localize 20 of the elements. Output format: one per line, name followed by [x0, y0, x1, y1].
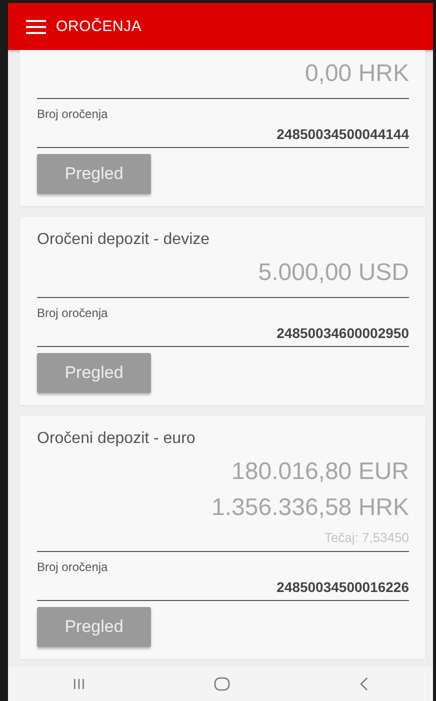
back-icon[interactable]	[360, 677, 368, 691]
amount-text: 0,00 HRK	[304, 59, 409, 89]
deposit-title: Oročeni depozit - euro	[37, 430, 196, 448]
deposit-number: 24850034500016226	[276, 579, 409, 595]
amount-text: 5.000,00 USD	[257, 258, 409, 288]
amount-text: 180.016,80 EUR	[230, 457, 409, 487]
field-label: Broj oročenja	[37, 107, 109, 121]
recent-apps-icon[interactable]	[72, 678, 85, 690]
home-icon[interactable]	[214, 677, 230, 691]
view-button[interactable]: Pregled	[37, 154, 151, 194]
field-label: Broj oročenja	[37, 560, 109, 574]
view-button[interactable]: Pregled	[37, 607, 151, 647]
amount-text: 1.356.336,58 HRK	[210, 493, 409, 523]
screen-title: OROČENJA	[56, 18, 142, 35]
deposit-title: Oročeni depozit - devize	[37, 231, 211, 249]
deposit-number: 24850034500044144	[276, 126, 409, 142]
menu-icon[interactable]	[26, 18, 46, 34]
view-button[interactable]: Pregled	[37, 353, 151, 393]
deposit-number: 24850034600002950	[276, 325, 409, 341]
field-label: Broj oročenja	[37, 306, 109, 320]
